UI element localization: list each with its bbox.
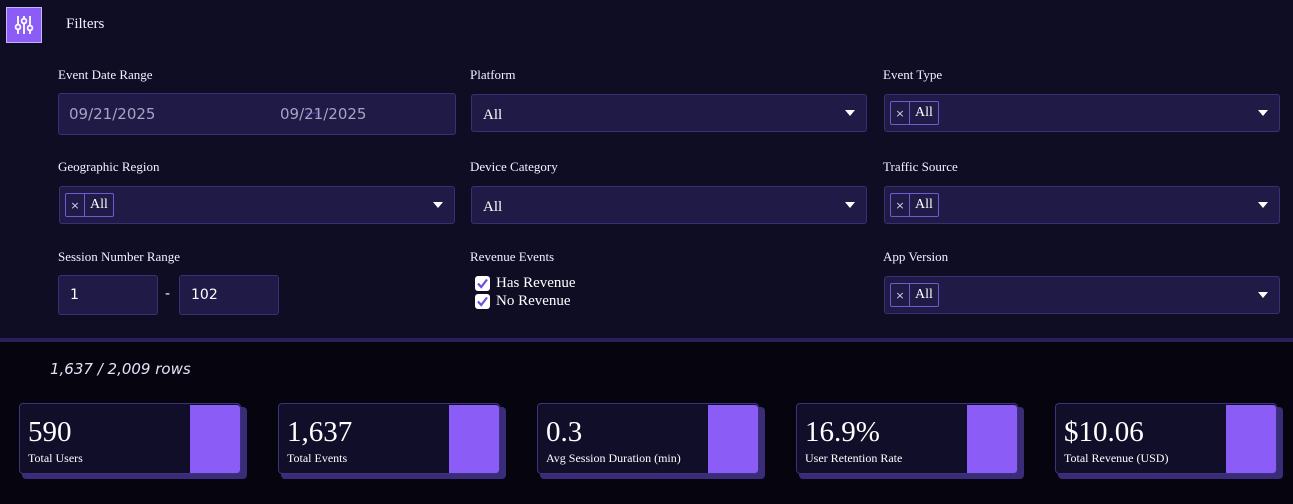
kpi-accent-bar xyxy=(967,405,1017,473)
event-type-label: Event Type xyxy=(883,67,943,82)
date-start-input[interactable]: 09/21/2025 xyxy=(69,105,155,123)
session-range-min-input[interactable]: 1 xyxy=(58,275,158,315)
chevron-down-icon xyxy=(1258,292,1268,298)
event-type-multiselect[interactable]: × All xyxy=(884,94,1280,132)
no-revenue-label: No Revenue xyxy=(496,293,571,309)
traffic-source-tag: × All xyxy=(890,193,939,217)
has-revenue-label: Has Revenue xyxy=(496,275,576,291)
platform-select[interactable]: All xyxy=(471,94,867,132)
filters-title: Filters xyxy=(66,16,105,32)
remove-tag-icon[interactable]: × xyxy=(891,102,910,124)
chevron-down-icon xyxy=(845,202,855,208)
device-category-label: Device Category xyxy=(470,159,558,174)
revenue-events-label: Revenue Events xyxy=(470,249,555,264)
kpi-accent-bar xyxy=(449,405,499,473)
tag-label: All xyxy=(90,197,108,212)
chevron-down-icon xyxy=(1258,202,1268,208)
has-revenue-checkbox[interactable]: Has Revenue xyxy=(475,275,576,292)
kpi-value: $10.06 xyxy=(1064,416,1144,448)
chevron-down-icon xyxy=(1258,110,1268,116)
checkmark-icon xyxy=(475,294,490,309)
kpi-card-total-events: 1,637 Total Events xyxy=(278,403,500,474)
kpi-value: 590 xyxy=(28,416,72,448)
app-version-label: App Version xyxy=(883,249,949,264)
traffic-source-label: Traffic Source xyxy=(883,159,958,174)
platform-selected-value: All xyxy=(483,107,503,123)
tag-label: All xyxy=(915,287,933,302)
kpi-label: Total Revenue (USD) xyxy=(1064,451,1169,465)
device-category-selected-value: All xyxy=(483,199,503,215)
tag-label: All xyxy=(915,105,933,120)
kpi-value: 0.3 xyxy=(546,416,583,448)
rows-count: 1,637 / 2,009 rows xyxy=(50,360,191,378)
geographic-region-label: Geographic Region xyxy=(58,159,160,174)
chevron-down-icon xyxy=(845,110,855,116)
sliders-icon xyxy=(14,16,34,34)
app-version-multiselect[interactable]: × All xyxy=(884,276,1280,314)
filter-toggle-button[interactable] xyxy=(6,7,42,43)
kpi-card-total-users: 590 Total Users xyxy=(19,403,241,474)
session-number-range-label: Session Number Range xyxy=(58,249,181,264)
kpi-card-avg-session-duration: 0.3 Avg Session Duration (min) xyxy=(537,403,759,474)
kpi-label: Total Events xyxy=(287,451,348,465)
kpi-label: User Retention Rate xyxy=(805,451,903,465)
date-end-input[interactable]: 09/21/2025 xyxy=(280,105,366,123)
device-category-select[interactable]: All xyxy=(471,186,867,224)
session-range-max-input[interactable]: 102 xyxy=(179,275,279,315)
traffic-source-multiselect[interactable]: × All xyxy=(884,186,1280,224)
remove-tag-icon[interactable]: × xyxy=(891,194,910,216)
kpi-accent-bar xyxy=(708,405,758,473)
kpi-value: 16.9% xyxy=(805,416,880,448)
kpi-card-user-retention-rate: 16.9% User Retention Rate xyxy=(796,403,1018,474)
kpi-accent-bar xyxy=(190,405,240,473)
geographic-region-tag: × All xyxy=(65,193,114,217)
kpi-label: Avg Session Duration (min) xyxy=(546,451,681,465)
geographic-region-multiselect[interactable]: × All xyxy=(59,186,455,224)
chevron-down-icon xyxy=(433,202,443,208)
kpi-accent-bar xyxy=(1226,405,1276,473)
tag-label: All xyxy=(915,197,933,212)
remove-tag-icon[interactable]: × xyxy=(66,194,85,216)
platform-label: Platform xyxy=(470,67,516,82)
remove-tag-icon[interactable]: × xyxy=(891,284,910,306)
event-date-range-picker: 09/21/2025 → 09/21/2025 xyxy=(58,93,456,135)
kpi-label: Total Users xyxy=(28,451,83,465)
range-separator: - xyxy=(165,286,171,302)
kpi-card-total-revenue: $10.06 Total Revenue (USD) xyxy=(1055,403,1277,474)
kpi-value: 1,637 xyxy=(287,416,353,448)
filters-divider xyxy=(0,338,1293,342)
checkmark-icon xyxy=(475,276,490,291)
event-type-tag: × All xyxy=(890,101,939,125)
event-date-range-label: Event Date Range xyxy=(58,67,153,82)
no-revenue-checkbox[interactable]: No Revenue xyxy=(475,293,571,310)
app-version-tag: × All xyxy=(890,283,939,307)
